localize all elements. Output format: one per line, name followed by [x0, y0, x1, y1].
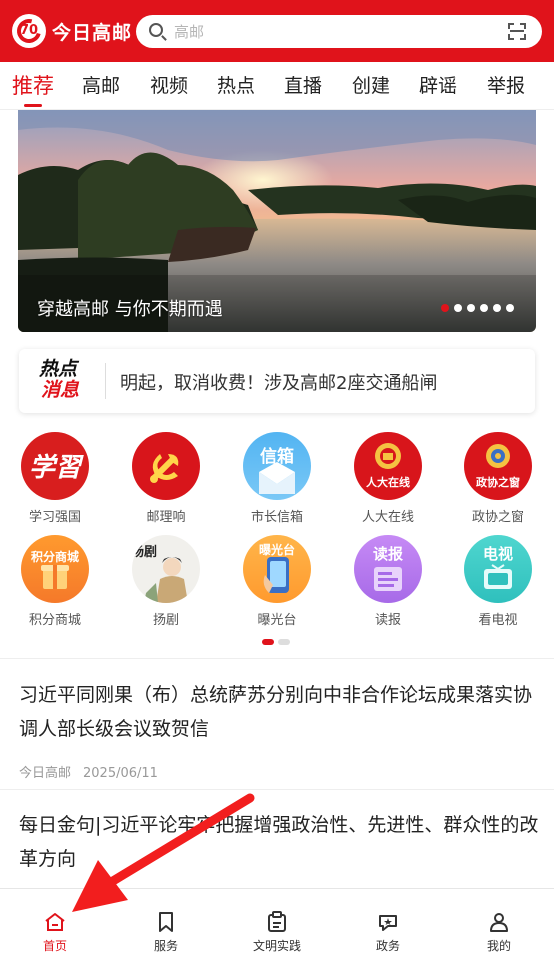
tab-report[interactable]: 举报 — [487, 71, 525, 98]
banner-dot[interactable] — [454, 304, 462, 312]
logo-text: 今日高邮 — [52, 21, 133, 44]
service-mayor-mailbox[interactable]: 信箱 市长信箱 — [227, 432, 327, 528]
points-mall-icon: 积分商城 — [21, 535, 89, 603]
service-npc-online[interactable]: 人大在线 人大在线 — [338, 432, 438, 528]
nav-civilization[interactable]: 文明实践 — [222, 889, 332, 959]
service-label: 市长信箱 — [250, 510, 303, 525]
news-article[interactable]: 习近平同刚果（布）总统萨苏分别向中非合作论坛成果落实协调人部长级会议致贺信 今日… — [19, 678, 539, 781]
divider — [0, 789, 554, 790]
grid-page-dot[interactable] — [278, 639, 290, 645]
tv-icon: 电视 — [464, 535, 532, 603]
tab-live[interactable]: 直播 — [284, 71, 322, 98]
service-label: 政协之窗 — [471, 510, 524, 525]
service-read-paper[interactable]: 读报 读报 — [338, 535, 438, 631]
hot-news-badge: 热点 消息 — [39, 358, 80, 401]
service-label: 积分商城 — [28, 613, 81, 628]
nav-service[interactable]: 服务 — [111, 889, 221, 959]
article-title[interactable]: 每日金句|习近平论牢牢把握增强政治性、先进性、群众性的改革方向 — [19, 808, 539, 876]
nav-label: 首页 — [42, 939, 67, 953]
service-youlixiang[interactable]: 邮理响 — [116, 432, 216, 528]
mailbox-icon: 信箱 — [243, 432, 311, 500]
service-label: 学习强国 — [28, 510, 81, 525]
article-title[interactable]: 习近平同刚果（布）总统萨苏分别向中非合作论坛成果落实协调人部长级会议致贺信 — [19, 678, 539, 746]
service-label: 人大在线 — [361, 510, 414, 525]
service-watch-tv[interactable]: 电视 看电视 — [448, 535, 548, 631]
banner-carousel[interactable]: 穿越高邮 与你不期而遇 — [18, 110, 536, 332]
search-icon — [149, 23, 163, 37]
search-placeholder[interactable]: 高邮 — [174, 21, 204, 42]
channel-tabs: 推荐 高邮 视频 热点 直播 创建 辟谣 举报 — [0, 62, 554, 110]
nav-profile[interactable]: 我的 — [444, 889, 554, 959]
article-meta: 今日高邮 2025/06/11 — [19, 762, 539, 781]
tab-recommend[interactable]: 推荐 — [12, 70, 54, 100]
bookmark-icon — [159, 912, 173, 932]
service-label: 读报 — [374, 613, 401, 628]
article-date: 2025/06/11 — [83, 766, 158, 781]
tab-rumor[interactable]: 辟谣 — [419, 71, 457, 98]
tab-hot[interactable]: 热点 — [217, 71, 255, 98]
nav-label: 文明实践 — [252, 939, 301, 953]
app-logo[interactable]: 70 今日高邮 — [12, 14, 132, 48]
party-emblem-icon — [132, 432, 200, 500]
clipboard-icon — [268, 911, 286, 932]
tab-create[interactable]: 创建 — [352, 71, 390, 98]
banner-dot[interactable] — [441, 304, 449, 312]
banner-dot[interactable] — [493, 304, 501, 312]
nav-government[interactable]: 政务 — [333, 889, 443, 959]
grid-page-dot[interactable] — [262, 639, 274, 645]
service-label: 邮理响 — [146, 510, 186, 525]
app-header: 70 今日高邮 高邮 — [0, 0, 554, 62]
user-icon — [490, 913, 508, 932]
scan-icon[interactable] — [508, 23, 526, 40]
service-xuexi[interactable]: 学習 学习强国 — [5, 432, 105, 528]
newspaper-icon: 读报 — [354, 535, 422, 603]
cppcc-emblem-icon: 政协之窗 — [464, 432, 532, 500]
xuexi-icon: 学習 — [21, 432, 89, 500]
npc-emblem-icon: 人大在线 — [354, 432, 422, 500]
nav-label: 我的 — [486, 939, 511, 953]
service-grid-pagination — [262, 639, 290, 645]
service-label: 扬剧 — [152, 613, 179, 628]
service-exposure[interactable]: 曝光台 曝光台 — [227, 535, 327, 631]
bottom-navigation: 首页 服务 文明实践 政务 我的 — [0, 888, 554, 959]
tab-video[interactable]: 视频 — [150, 71, 188, 98]
divider — [0, 658, 554, 659]
nav-home[interactable]: 首页 — [0, 889, 110, 959]
banner-dot[interactable] — [467, 304, 475, 312]
gov-icon — [379, 915, 397, 931]
banner-caption: 穿越高邮 与你不期而遇 — [37, 299, 223, 320]
service-yang-opera[interactable]: 扬剧 扬剧 — [116, 535, 216, 631]
banner-pagination — [441, 304, 514, 312]
nav-label: 服务 — [153, 939, 178, 953]
active-tab-indicator — [24, 104, 42, 107]
service-points-mall[interactable]: 积分商城 积分商城 — [5, 535, 105, 631]
opera-icon: 扬剧 — [132, 535, 200, 603]
nav-label: 政务 — [375, 939, 400, 953]
search-bar[interactable]: 高邮 — [136, 15, 542, 48]
banner-dot[interactable] — [506, 304, 514, 312]
banner-dot[interactable] — [480, 304, 488, 312]
service-label: 曝光台 — [257, 613, 297, 628]
home-icon — [45, 913, 65, 931]
phone-icon: 曝光台 — [243, 535, 311, 603]
hot-news-headline[interactable]: 明起，取消收费！涉及高邮2座交通船闸 — [120, 369, 437, 395]
logo-mark-icon: 70 — [12, 14, 46, 48]
hot-news-ticker[interactable]: 热点 消息 明起，取消收费！涉及高邮2座交通船闸 — [19, 349, 535, 413]
news-article[interactable]: 每日金句|习近平论牢牢把握增强政治性、先进性、群众性的改革方向 — [19, 808, 539, 876]
service-cppcc[interactable]: 政协之窗 政协之窗 — [448, 432, 548, 528]
tab-gaoyou[interactable]: 高邮 — [82, 71, 120, 98]
divider — [105, 363, 106, 399]
article-source: 今日高邮 — [19, 766, 72, 781]
service-label: 看电视 — [478, 613, 518, 628]
